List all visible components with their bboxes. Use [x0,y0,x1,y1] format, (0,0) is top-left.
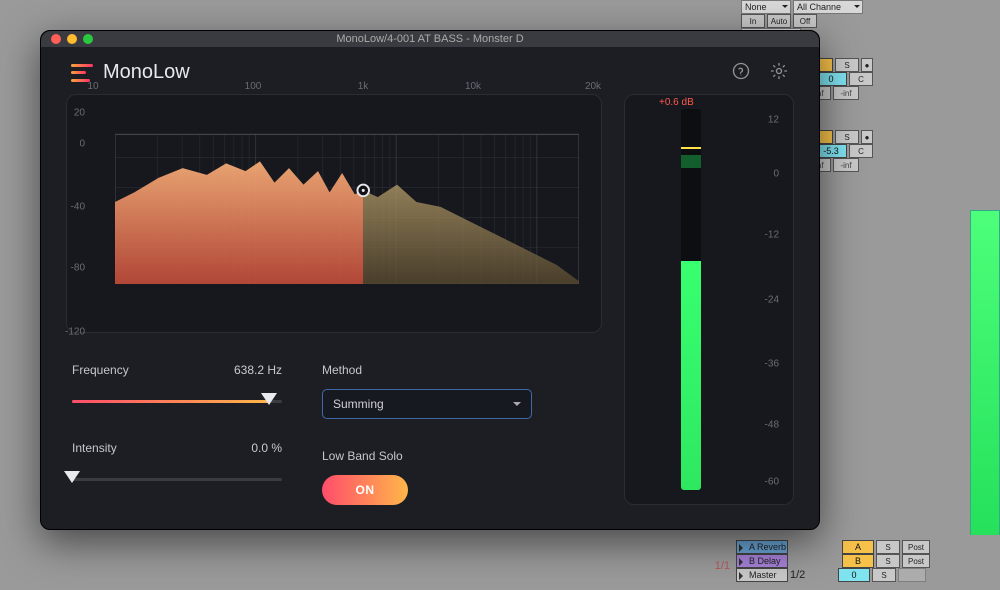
y-axis-ticks: 200-40-80-120 [63,113,89,332]
method-label: Method [322,363,362,377]
master-send[interactable]: 0 [838,568,870,582]
off-button[interactable]: Off [793,14,817,28]
help-icon[interactable] [731,61,751,84]
master-track[interactable]: Master [736,568,788,582]
select-value: 1/2 [790,569,805,581]
peak-readout: +0.6 dB [659,97,694,108]
arm-record[interactable]: ● [861,130,873,144]
solo-button[interactable]: S [835,58,859,72]
solo-button[interactable]: S [876,554,900,568]
window-title: MonoLow/4-001 AT BASS - Monster D [41,33,819,45]
frequency-slider[interactable] [72,389,282,411]
method-select[interactable]: Summing [322,389,532,419]
post-button[interactable]: Post [902,540,930,554]
low-band-solo-button[interactable]: ON [322,475,408,505]
return-a-chip[interactable]: A [842,540,874,554]
titlebar[interactable]: MonoLow/4-001 AT BASS - Monster D [41,31,819,47]
slider-thumb-icon[interactable] [261,393,277,413]
controls-row: Frequency 638.2 Hz Intensity 0.0 % [66,363,602,505]
output-meter: +0.6 dB 120-12-24-36-48-60 [624,94,794,505]
in-button[interactable]: In [741,14,765,28]
pan-c[interactable]: C [849,72,873,86]
slider-thumb-icon[interactable] [64,471,80,491]
button-label: ON [356,483,375,497]
channel-select[interactable]: All Channe [793,0,863,14]
method-selected: Summing [333,397,384,411]
frequency-label: Frequency [72,363,129,377]
audio-clip[interactable] [970,210,1000,540]
intensity-slider[interactable] [72,467,282,489]
level-meter [681,109,701,490]
select-value: None [745,2,767,12]
select-value: All Channe [797,2,841,12]
meter-inf: -inf [833,86,859,100]
routing-select[interactable]: None [741,0,791,14]
intensity-value: 0.0 % [251,441,282,455]
clear-button[interactable] [898,568,926,582]
return-b-chip[interactable]: B [842,554,874,568]
auto-button[interactable]: Auto [767,14,791,28]
spectrum-path [115,115,579,284]
post-button[interactable]: Post [902,554,930,568]
plugin-window: MonoLow/4-001 AT BASS - Monster D MonoLo… [40,30,820,530]
frequency-value: 638.2 Hz [234,363,282,377]
solo-button[interactable]: S [872,568,896,582]
spectrum-graph[interactable]: 101001k10k20k 200-40-80-120 [66,94,602,333]
gear-icon[interactable] [769,61,789,84]
quantize-select[interactable]: 1/2 [790,569,828,581]
db-scale: 120-12-24-36-48-60 [751,109,779,490]
return-track-b[interactable]: B Delay [736,554,788,568]
arm-record[interactable]: ● [861,58,873,72]
return-track-a[interactable]: A Reverb [736,540,788,554]
clip-lane [970,210,1000,540]
page-number: 1/1 [715,560,730,572]
bottom-panel: 1/1 A Reverb A S Post B Delay B S Post M… [0,535,1000,590]
logo-icon [71,64,93,82]
meter-inf: -inf [833,158,859,172]
solo-label: Low Band Solo [322,449,403,463]
solo-button[interactable]: S [835,130,859,144]
pan-c[interactable]: C [849,144,873,158]
solo-button[interactable]: S [876,540,900,554]
x-axis-ticks: 101001k10k20k [93,81,593,93]
intensity-label: Intensity [72,441,117,455]
